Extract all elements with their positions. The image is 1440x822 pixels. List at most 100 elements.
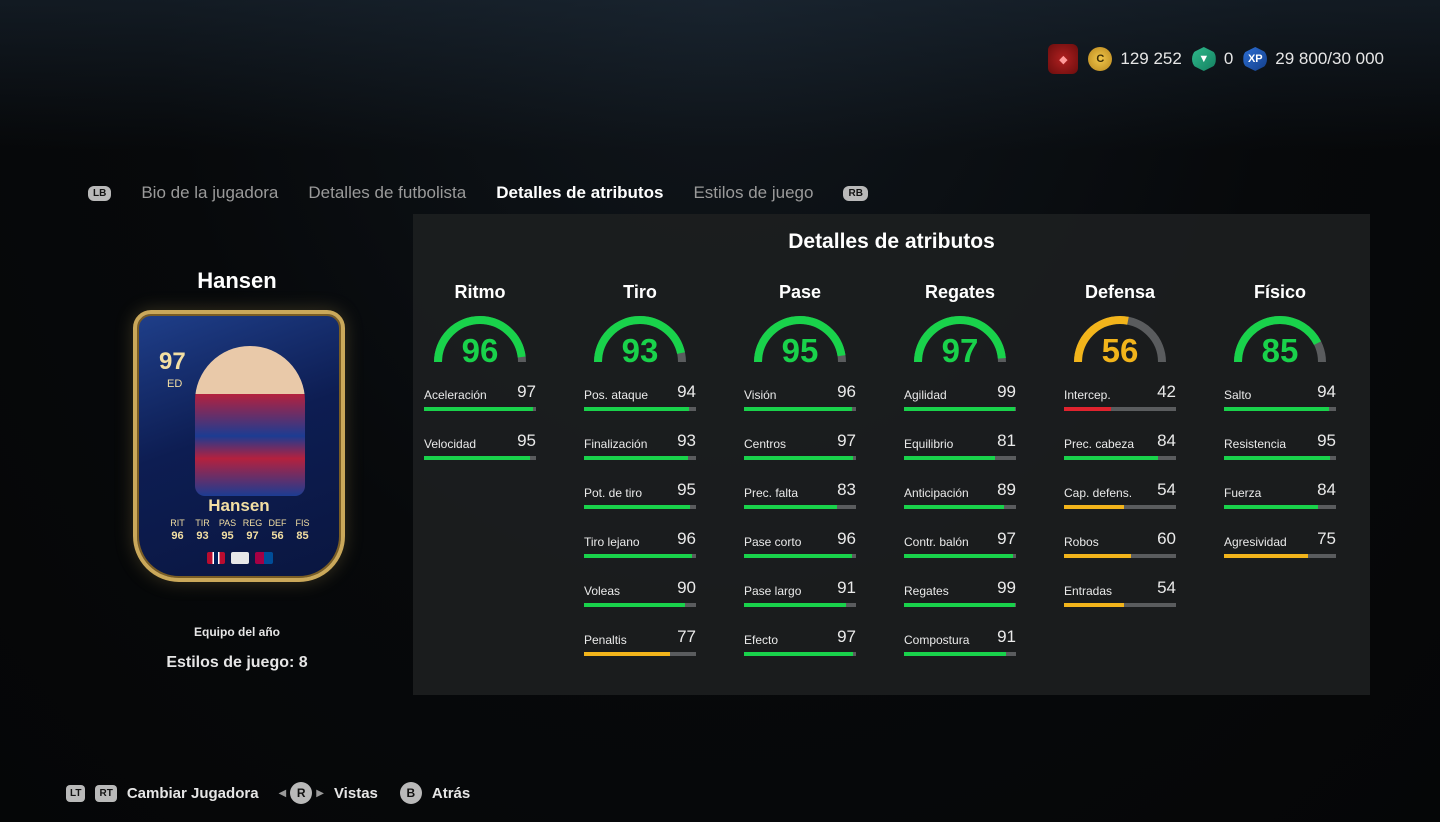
attribute-row: Pot. de tiro 95 (584, 480, 696, 529)
attribute-bar-fill (1064, 505, 1125, 509)
attribute-row: Efecto 97 (744, 627, 856, 676)
attribute-bar (904, 407, 1016, 411)
card-stat-label: PAS (218, 518, 237, 528)
attribute-bar-fill (1224, 407, 1330, 411)
attribute-bar-fill (904, 505, 1004, 509)
attribute-value: 97 (837, 627, 856, 646)
attribute-value: 42 (1157, 382, 1176, 401)
attribute-bar-fill (744, 456, 853, 460)
attribute-column-2: Pase 95 Visión 96 Centros 97 Prec. falta 83 Pas… (740, 282, 860, 676)
lb-button-icon[interactable]: LB (88, 185, 112, 201)
attribute-list: Aceleración 97 Velocidad 95 (420, 382, 540, 480)
attribute-value: 89 (997, 480, 1016, 499)
attribute-row: Anticipación 89 (904, 480, 1016, 529)
attribute-name: Fuerza (1224, 486, 1262, 500)
tab-player-details[interactable]: Detalles de futbolista (308, 183, 466, 203)
attribute-bar (1064, 505, 1176, 509)
attribute-bar-fill (584, 407, 690, 411)
attribute-bar (1064, 456, 1176, 460)
attribute-bar-fill (584, 603, 685, 607)
attribute-bar (1064, 407, 1176, 411)
lt-button-icon[interactable]: LT (66, 784, 86, 802)
attribute-name: Centros (744, 437, 787, 451)
arrow-left-icon: ◀ (278, 787, 287, 799)
attribute-name: Aceleración (424, 388, 487, 402)
attribute-value: 96 (677, 529, 696, 548)
attribute-name: Regates (904, 584, 949, 598)
attribute-name: Tiro lejano (584, 535, 640, 549)
attribute-bar (744, 652, 856, 656)
tab-attribute-details[interactable]: Detalles de atributos (496, 183, 663, 203)
nation-flag-icon (207, 552, 225, 564)
attribute-list: Visión 96 Centros 97 Prec. falta 83 Pase corto… (740, 382, 860, 676)
card-stat-label: TIR (195, 518, 210, 528)
category-title: Tiro (623, 282, 657, 302)
attribute-list: Salto 94 Resistencia 95 Fuerza 84 Agresividad 7… (1220, 382, 1340, 578)
club-crest-icon: ◆ (1048, 44, 1079, 74)
attribute-row: Entradas 54 (1064, 578, 1176, 627)
attribute-bar (904, 554, 1016, 558)
attribute-name: Penaltis (584, 633, 627, 647)
attribute-bar (904, 603, 1016, 607)
rt-button-icon[interactable]: RT (95, 784, 117, 802)
attribute-column-1: Tiro 93 Pos. ataque 94 Finalización 93 Pot. d… (580, 282, 700, 676)
attribute-bar-fill (904, 456, 995, 460)
category-value: 96 (461, 332, 499, 369)
attribute-bar (584, 456, 696, 460)
player-photo (195, 346, 305, 496)
attribute-bar (904, 456, 1016, 460)
category-gauge: 93 (590, 312, 690, 369)
back-label[interactable]: Atrás (432, 785, 470, 802)
attribute-row: Pase largo 91 (744, 578, 856, 627)
fc-points-icon: ▼ (1191, 47, 1216, 71)
attribute-bar (744, 407, 856, 411)
category-title: Defensa (1084, 282, 1156, 302)
change-player-label[interactable]: Cambiar Jugadora (127, 785, 259, 802)
attribute-row: Contr. balón 97 (904, 529, 1016, 578)
attribute-bar (1224, 505, 1336, 509)
attribute-value: 97 (837, 431, 856, 450)
attribute-row: Voleas 90 (584, 578, 696, 627)
attribute-bar-fill (1224, 456, 1331, 460)
points-display: ▼ 0 (1191, 47, 1233, 71)
attribute-value: 96 (837, 382, 856, 401)
attribute-row: Resistencia 95 (1224, 431, 1336, 480)
attribute-value: 96 (837, 529, 856, 548)
attribute-value: 75 (1317, 529, 1336, 548)
r-stick-icon[interactable]: R (290, 782, 313, 804)
attribute-bar-fill (904, 407, 1015, 411)
category-title: Regates (924, 282, 996, 302)
attribute-value: 90 (677, 578, 696, 597)
attribute-name: Intercep. (1064, 388, 1111, 402)
category-value: 93 (621, 332, 659, 369)
attribute-value: 94 (677, 382, 696, 401)
player-name: Hansen (197, 268, 277, 293)
attribute-row: Compostura 91 (904, 627, 1016, 676)
card-stat-value: 95 (221, 530, 234, 542)
attribute-bar (1224, 554, 1336, 558)
attribute-bar (1064, 603, 1176, 607)
attribute-row: Aceleración 97 (424, 382, 536, 431)
category-value: 85 (1261, 332, 1299, 369)
b-button-icon[interactable]: B (399, 782, 422, 804)
attribute-value: 99 (997, 382, 1016, 401)
xp-icon: XP (1243, 47, 1268, 71)
attribute-bar-fill (744, 603, 846, 607)
tab-playstyles[interactable]: Estilos de juego (693, 183, 813, 203)
attribute-bar (424, 456, 536, 460)
attribute-value: 97 (517, 382, 536, 401)
attribute-bar-fill (584, 456, 689, 460)
attribute-row: Salto 94 (1224, 382, 1336, 431)
rb-button-icon[interactable]: RB (843, 185, 868, 201)
attribute-bar (904, 652, 1016, 656)
tab-player-bio[interactable]: Bio de la jugadora (141, 183, 278, 203)
card-position: ED (167, 378, 183, 390)
category-title: Pase (778, 282, 822, 302)
attribute-value: 84 (1317, 480, 1336, 499)
attribute-name: Resistencia (1224, 437, 1287, 451)
arrow-right-icon: ▶ (316, 787, 324, 799)
category-gauge: 56 (1070, 312, 1170, 369)
category-value: 56 (1101, 332, 1139, 369)
attribute-name: Salto (1224, 388, 1252, 402)
views-label[interactable]: Vistas (334, 785, 378, 802)
